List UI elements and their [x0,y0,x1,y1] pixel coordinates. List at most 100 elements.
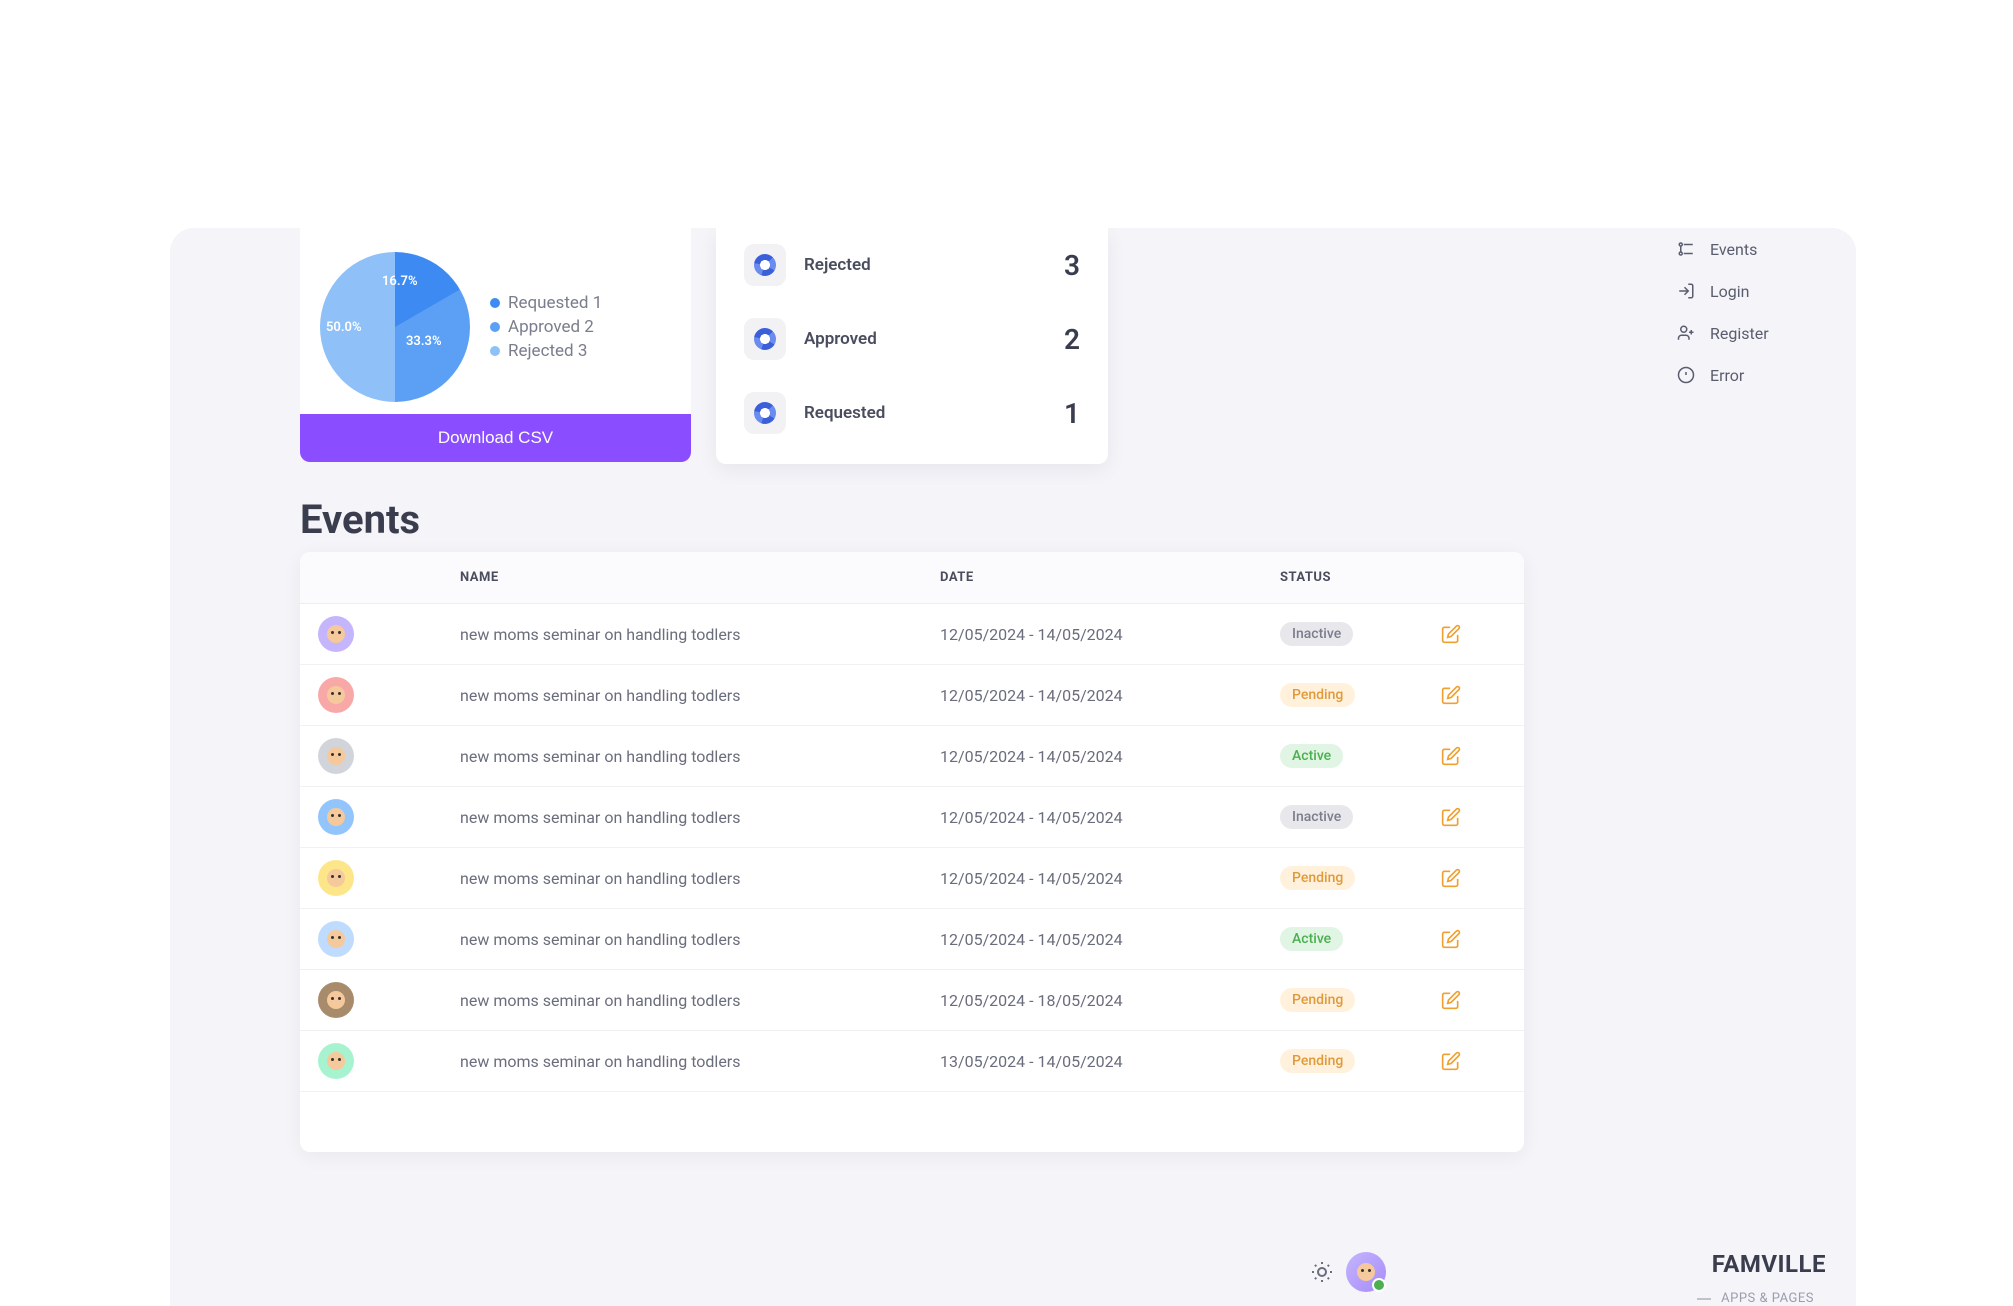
edit-button[interactable] [1440,806,1462,828]
table-row: new moms seminar on handling todlers 12/… [300,909,1524,970]
event-date: 13/05/2024 - 14/05/2024 [940,1052,1280,1071]
legend-dot-icon [490,298,500,308]
nav-item-error[interactable]: Error [1676,354,1826,396]
login-icon [1676,281,1696,301]
event-name: new moms seminar on handling todlers [460,747,940,766]
events-table: NAME DATE STATUS new moms seminar on han… [300,552,1524,1152]
stat-row-rejected: Rejected 3 [744,228,1080,302]
table-row: new moms seminar on handling todlers 12/… [300,787,1524,848]
event-name: new moms seminar on handling todlers [460,686,940,705]
legend-item: Requested 1 [490,293,602,313]
pie-chart-wrap: 16.7% 33.3% 50.0% Requested 1 Approved 2… [300,228,691,414]
edit-button[interactable] [1440,989,1462,1011]
event-name: new moms seminar on handling todlers [460,869,940,888]
nav-label: Error [1710,366,1744,385]
status-badge: Pending [1280,683,1355,707]
events-heading: Events [300,496,420,543]
gear-icon [744,318,786,360]
status-badge: Inactive [1280,805,1353,829]
edit-button[interactable] [1440,928,1462,950]
event-name: new moms seminar on handling todlers [460,625,940,644]
edit-button[interactable] [1440,867,1462,889]
table-row: new moms seminar on handling todlers 12/… [300,665,1524,726]
stat-row-approved: Approved 2 [744,302,1080,376]
brand-logo: FAMVILLE [1712,1250,1826,1278]
gear-icon [744,392,786,434]
legend-dot-icon [490,346,500,356]
nav-item-register[interactable]: Register [1676,312,1826,354]
stat-value: 1 [1064,397,1080,430]
table-row: new moms seminar on handling todlers 12/… [300,848,1524,909]
register-icon [1676,323,1696,343]
stat-value: 3 [1064,249,1080,282]
stat-value: 2 [1064,323,1080,356]
legend-label: Requested 1 [508,293,602,313]
status-badge: Pending [1280,866,1355,890]
summary-pie-card: 16.7% 33.3% 50.0% Requested 1 Approved 2… [300,228,691,462]
events-icon [1676,239,1696,259]
legend-label: Approved 2 [508,317,594,337]
event-date: 12/05/2024 - 14/05/2024 [940,625,1280,644]
gear-icon [744,244,786,286]
status-badge: Inactive [1280,622,1353,646]
column-header-date: DATE [940,570,1280,585]
nav-label: Register [1710,324,1769,343]
event-date: 12/05/2024 - 14/05/2024 [940,808,1280,827]
nav-item-events[interactable]: Events [1676,228,1826,270]
avatar [318,860,354,896]
nav-item-login[interactable]: Login [1676,270,1826,312]
avatar [318,677,354,713]
event-date: 12/05/2024 - 18/05/2024 [940,991,1280,1010]
edit-button[interactable] [1440,623,1462,645]
event-date: 12/05/2024 - 14/05/2024 [940,686,1280,705]
event-name: new moms seminar on handling todlers [460,930,940,949]
event-date: 12/05/2024 - 14/05/2024 [940,747,1280,766]
theme-toggle-button[interactable] [1310,1260,1334,1284]
stat-row-requested: Requested 1 [744,376,1080,450]
avatar [318,982,354,1018]
stat-label: Rejected [804,255,871,275]
table-row: new moms seminar on handling todlers 12/… [300,604,1524,665]
avatar [318,799,354,835]
avatar [318,921,354,957]
avatar [318,616,354,652]
stat-label: Approved [804,329,877,349]
pie-slice-label: 16.7% [382,274,418,289]
column-header-status: STATUS [1280,570,1440,585]
legend-item: Rejected 3 [490,341,602,361]
table-row: new moms seminar on handling todlers 12/… [300,726,1524,787]
status-badge: Pending [1280,1049,1355,1073]
event-date: 12/05/2024 - 14/05/2024 [940,930,1280,949]
event-name: new moms seminar on handling todlers [460,1052,940,1071]
apps-pages-label: APPS & PAGES [1697,1291,1814,1306]
status-badge: Active [1280,744,1343,768]
event-name: new moms seminar on handling todlers [460,991,940,1010]
event-name: new moms seminar on handling todlers [460,808,940,827]
stat-label: Requested [804,403,885,423]
legend-item: Approved 2 [490,317,602,337]
nav-label: Events [1710,240,1757,259]
legend-label: Rejected 3 [508,341,587,361]
table-row: new moms seminar on handling todlers 13/… [300,1031,1524,1092]
right-nav: Events Login Register Error [1676,228,1826,396]
nav-label: Login [1710,282,1749,301]
edit-button[interactable] [1440,684,1462,706]
avatar [318,1043,354,1079]
avatar [318,738,354,774]
status-badge: Active [1280,927,1343,951]
user-avatar[interactable] [1346,1252,1386,1292]
edit-button[interactable] [1440,1050,1462,1072]
table-row: new moms seminar on handling todlers 12/… [300,970,1524,1031]
stats-card: Rejected 3 Approved 2 Requested 1 [716,228,1108,464]
event-date: 12/05/2024 - 14/05/2024 [940,869,1280,888]
column-header-name: NAME [460,570,940,585]
legend-dot-icon [490,322,500,332]
status-badge: Pending [1280,988,1355,1012]
pie-chart: 16.7% 33.3% 50.0% [320,252,470,402]
table-header: NAME DATE STATUS [300,552,1524,604]
pie-slice-label: 50.0% [326,320,362,335]
pie-slice-label: 33.3% [406,334,442,349]
download-csv-button[interactable]: Download CSV [300,414,691,462]
edit-button[interactable] [1440,745,1462,767]
app-frame: 16.7% 33.3% 50.0% Requested 1 Approved 2… [170,228,1856,1306]
